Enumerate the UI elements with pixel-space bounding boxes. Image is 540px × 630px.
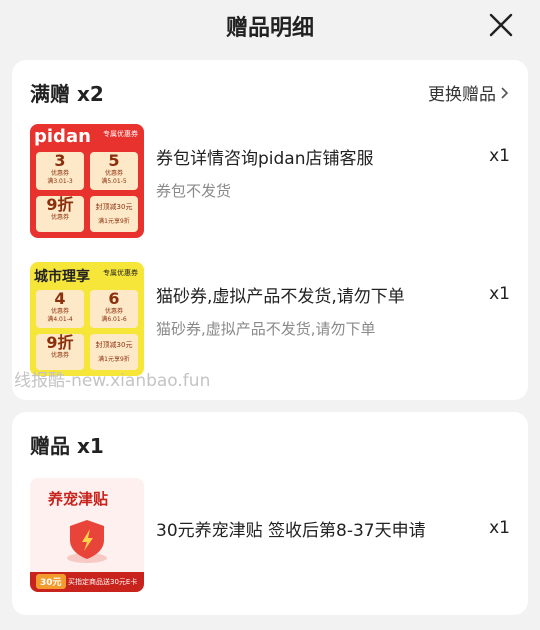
watermark: 线报酷-new.xianbao.fun [14, 371, 211, 391]
coupon-tag: 专属优惠券 [103, 130, 138, 138]
item-subtitle: 猫砂券,虚拟产品不发货,请勿下单 [156, 320, 376, 338]
gift-title: 赠品 x1 [30, 434, 104, 458]
subsidy-note: 买指定商品送30元E卡 [68, 578, 138, 586]
item-name: 猫砂券,虚拟产品不发货,请勿下单 [156, 287, 405, 307]
list-item[interactable]: 养宠津贴 30元 买指定商品送30元E卡 30元养宠津贴 签收后第8-37天申请… [30, 478, 510, 596]
subsidy-amount-badge: 30元 [36, 574, 66, 589]
swap-gift-label: 更换赠品 [428, 85, 496, 105]
header: 赠品明细 [0, 0, 540, 52]
item-quantity: x1 [489, 518, 510, 538]
item-quantity: x1 [489, 146, 510, 166]
full-gift-title: 满赠 x2 [30, 82, 104, 106]
list-item[interactable]: 城市理享 专属优惠券 4 优惠券 满4.01-4 6 优惠券 满6.01-6 9折 优惠券… [30, 262, 510, 380]
coupon-tile: 封顶减30元 满1元享9折 [90, 196, 138, 232]
coupon-tile: 9折 优惠券 [36, 334, 84, 370]
coupon-tile: 6 优惠券 满6.01-6 [90, 290, 138, 328]
item-subtitle: 券包不发货 [156, 182, 232, 200]
list-item[interactable]: pidan 专属优惠券 3 优惠券 满3.01-3 5 优惠券 满5.01-5 9折 优惠… [30, 124, 510, 242]
chevron-right-icon [501, 86, 509, 99]
brand-logo: pidan [34, 126, 91, 147]
item-name: 券包详情咨询pidan店铺客服 [156, 149, 374, 169]
coupon-pack-image: 城市理享 专属优惠券 4 优惠券 满4.01-4 6 优惠券 满6.01-6 9折 优惠券… [30, 262, 144, 376]
item-name: 30元养宠津贴 签收后第8-37天申请 [156, 521, 426, 541]
brand-logo: 城市理享 [34, 269, 90, 285]
page-title: 赠品明细 [225, 16, 314, 41]
swap-gift-button[interactable]: 更换赠品 [428, 80, 510, 105]
coupon-tile: 3 优惠券 满3.01-3 [36, 152, 84, 190]
gift-card: 赠品 x1 养宠津贴 30元 买指定商品送30元E卡 30元养宠津贴 签收后第8… [12, 412, 528, 615]
pet-subsidy-image: 养宠津贴 30元 买指定商品送30元E卡 [30, 478, 144, 592]
coupon-pack-image: pidan 专属优惠券 3 优惠券 满3.01-3 5 优惠券 满5.01-5 9折 优惠… [30, 124, 144, 238]
full-gift-card: 满赠 x2 更换赠品 pidan 专属优惠券 3 优惠券 满3.01-3 5 优惠券满… [12, 60, 528, 400]
item-quantity: x1 [489, 284, 510, 304]
coupon-tile: 9折 优惠券 [36, 196, 84, 232]
coupon-tile: 封顶减30元 满1元享9折 [90, 334, 138, 370]
close-icon[interactable] [488, 12, 514, 38]
coupon-tag: 专属优惠券 [103, 269, 138, 277]
shield-icon [67, 520, 107, 563]
subsidy-title: 养宠津贴 [48, 490, 109, 508]
coupon-tile: 5 优惠券 满5.01-5 [90, 152, 138, 190]
coupon-tile: 4 优惠券 满4.01-4 [36, 290, 84, 328]
